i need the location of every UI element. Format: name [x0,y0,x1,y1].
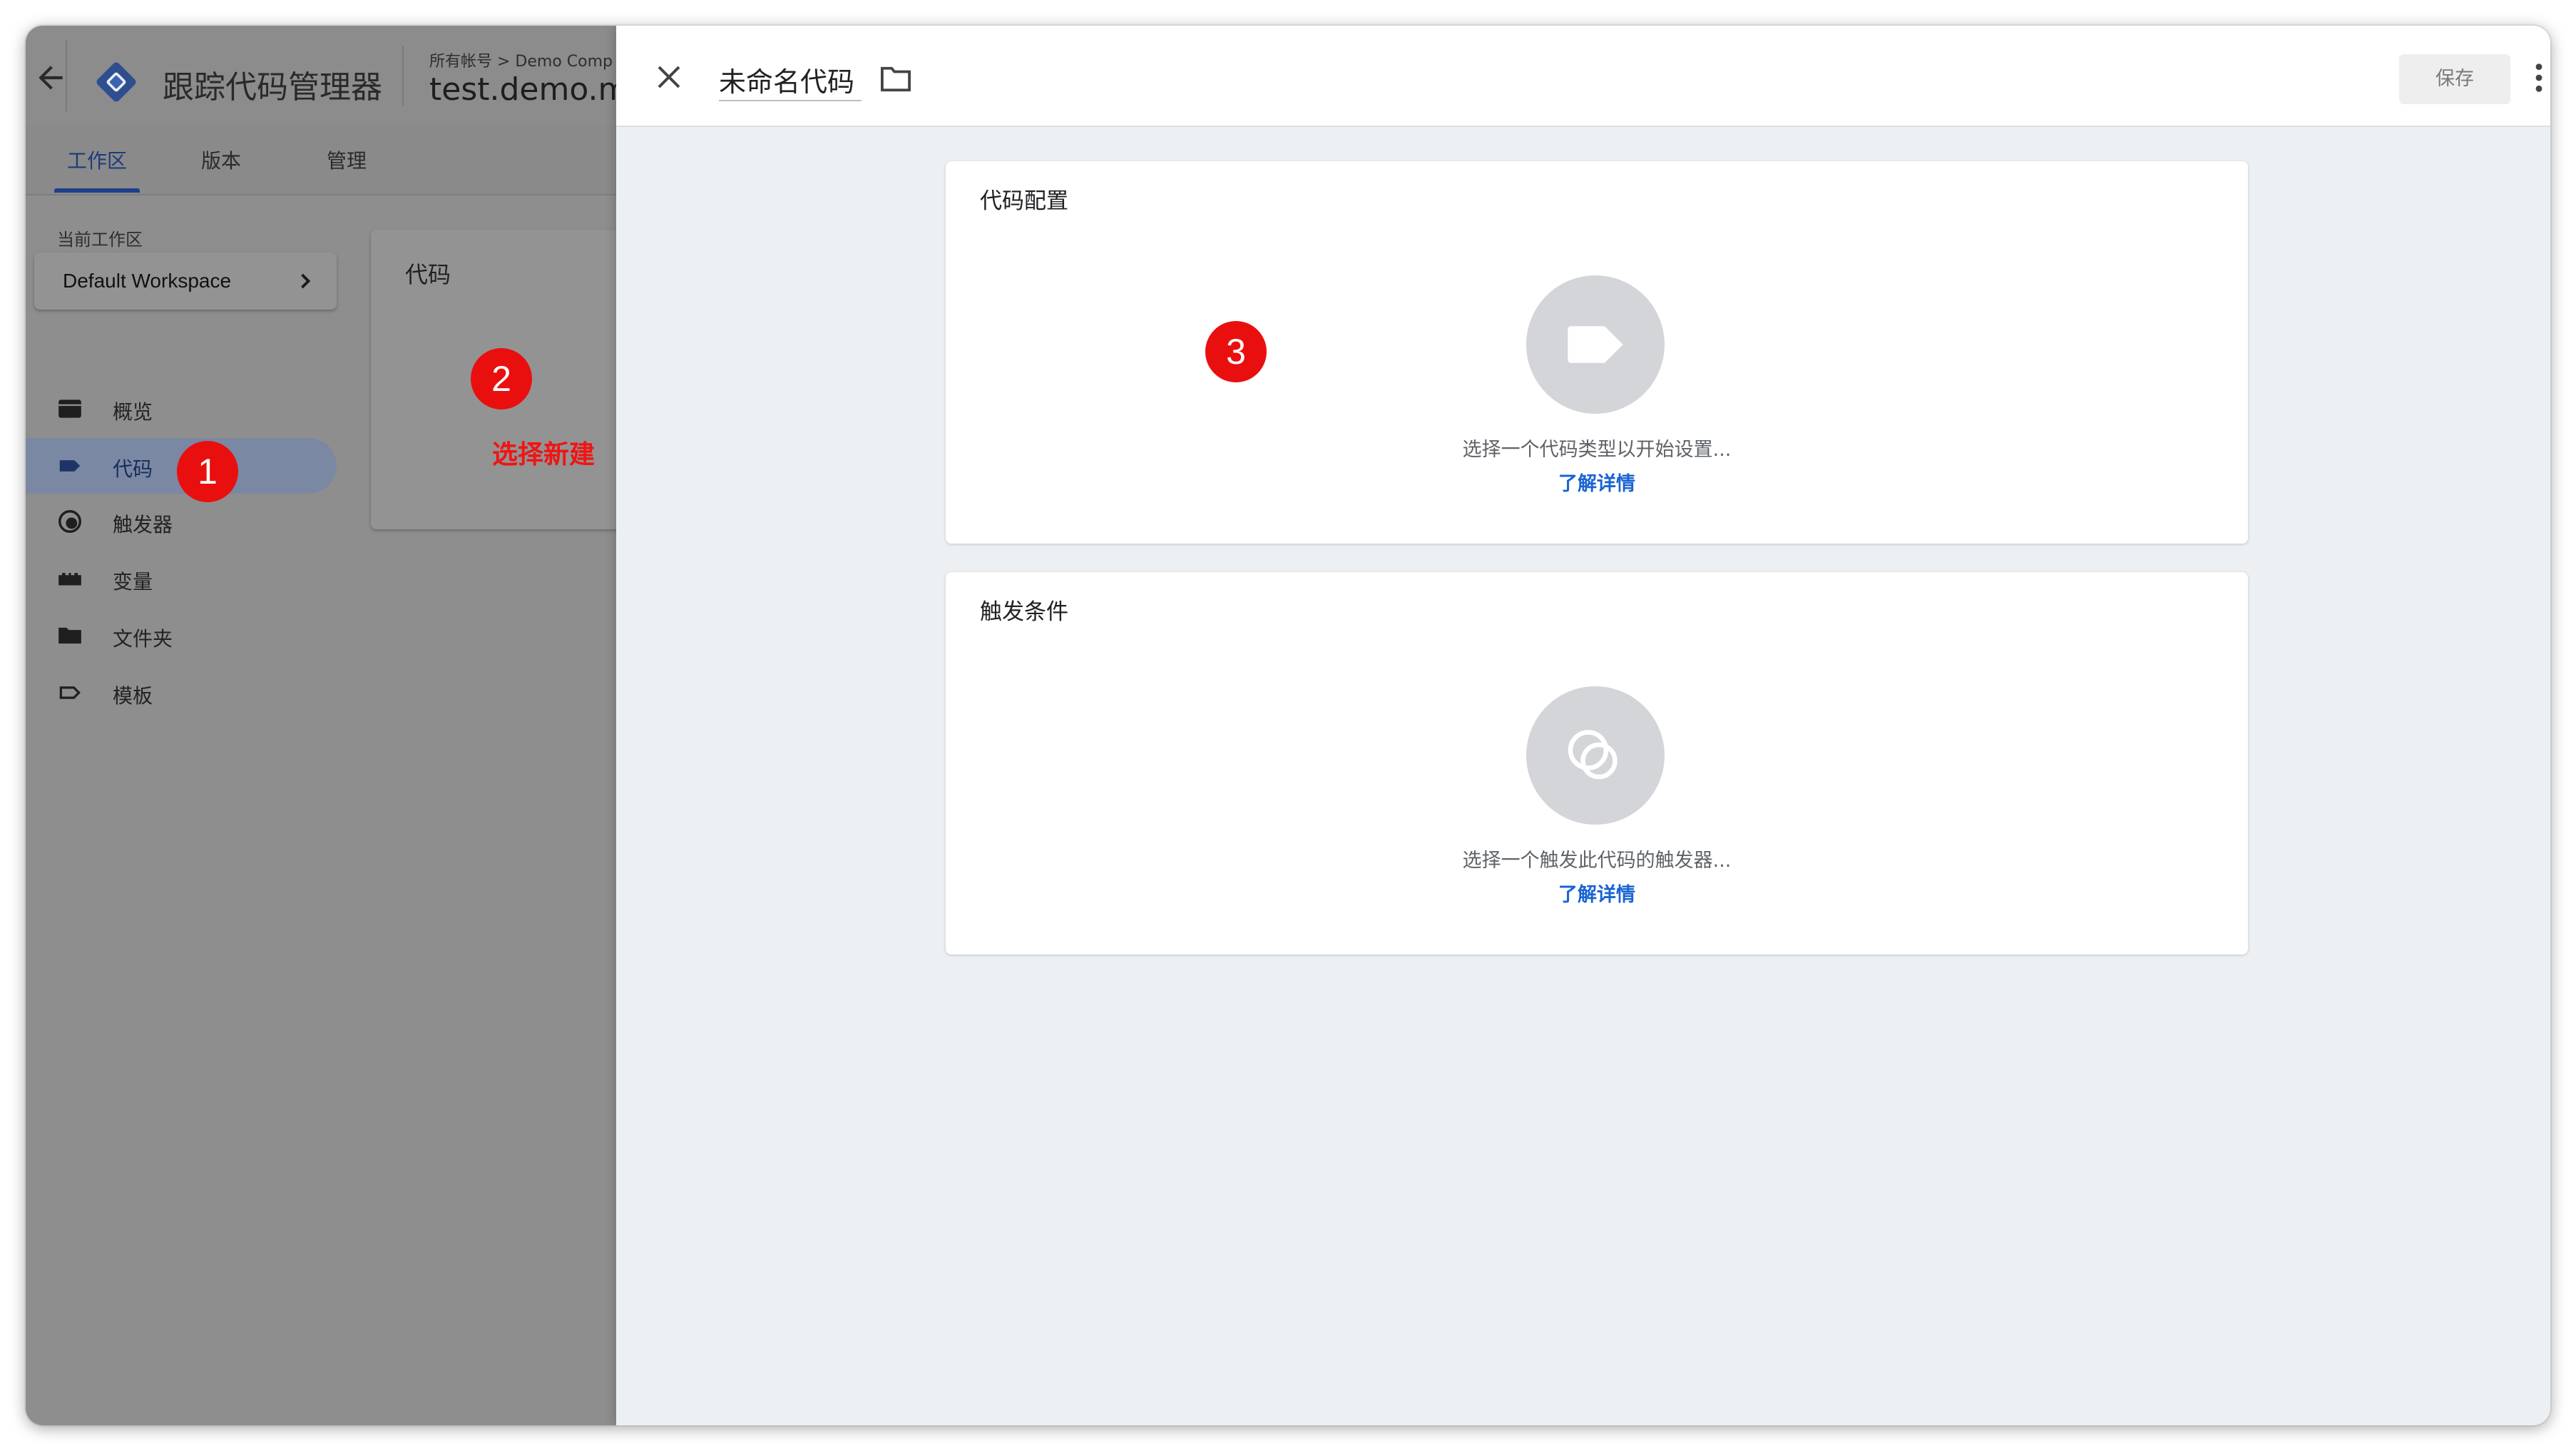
variable-icon [58,573,81,586]
close-icon[interactable] [652,60,686,94]
tag-editor-panel: 未命名代码 保存 代码配置 选择一个代码类型以开始设置... 了解详情 触发条件… [616,26,2550,1425]
annotation-badge-2: 2 [471,348,532,409]
learn-more-link[interactable]: 了解详情 [946,468,2248,496]
sidebar-item-folders[interactable]: 文件夹 [26,608,337,663]
annotation-hint: 选择新建 [492,440,596,469]
chevron-right-icon [301,273,311,289]
tab-workspace[interactable]: 工作区 [67,146,127,174]
sidebar-item-label: 代码 [113,457,153,481]
card-title: 代码配置 [980,188,1068,214]
sidebar-item-label: 文件夹 [113,627,173,651]
annotation-badge-1: 1 [177,441,238,502]
workspace-name: Default Workspace [63,270,232,292]
sidebar-item-label: 概览 [113,400,153,424]
trigger-icon [58,510,81,533]
sidebar-item-triggers[interactable]: 触发器 [26,494,337,549]
header-divider [66,40,67,111]
trigger-circles-icon [1568,730,1617,780]
workspace-selector[interactable]: Default Workspace [34,253,337,310]
tag-icon [59,460,81,472]
sidebar-item-label: 触发器 [113,513,173,536]
tag-name-underline [719,100,862,101]
folder-icon [58,627,81,644]
tag-type-prompt: 选择一个代码类型以开始设置... [1462,439,1732,461]
sidebar-item-label: 变量 [113,570,153,594]
app-window: 跟踪代码管理器 所有帐号 > Demo Comp test.demo.m 工作区… [26,26,2550,1425]
gtm-logo-icon [96,62,136,102]
tag-name-field[interactable]: 未命名代码 [719,60,854,99]
annotation-badge-3: 3 [1205,321,1267,382]
folder-outline-icon[interactable] [879,64,913,94]
more-options-icon[interactable] [2532,61,2546,94]
trigger-select-icon[interactable] [1526,686,1665,825]
current-workspace-label: 当前工作区 [57,230,143,250]
active-tab-indicator [54,188,140,193]
sidebar-item-templates[interactable]: 模板 [26,665,337,721]
tags-card-title: 代码 [405,261,451,288]
account-breadcrumb[interactable]: 所有帐号 > Demo Comp [429,49,613,71]
tag-type-icon[interactable] [1526,275,1665,414]
app-title: 跟踪代码管理器 [163,69,382,106]
learn-more-link[interactable]: 了解详情 [946,879,2248,907]
trigger-prompt: 选择一个触发此代码的触发器... [1462,850,1732,872]
header-divider-2 [402,46,404,106]
tab-admin[interactable]: 管理 [327,146,367,174]
template-icon [59,686,81,699]
sidebar-item-overview[interactable]: 概览 [26,381,337,437]
container-name[interactable]: test.demo.m [429,71,628,108]
tag-shape-icon [1568,326,1623,363]
save-button[interactable]: 保存 [2399,54,2510,104]
sidebar-item-variables[interactable]: 变量 [26,551,337,606]
tab-versions[interactable]: 版本 [201,146,241,174]
editor-header: 未命名代码 保存 [616,26,2550,127]
triggering-card[interactable]: 触发条件 选择一个触发此代码的触发器... 了解详情 [946,572,2248,954]
sidebar-item-label: 模板 [113,684,153,708]
back-arrow-icon[interactable] [33,60,68,96]
tag-configuration-card[interactable]: 代码配置 选择一个代码类型以开始设置... 了解详情 [946,161,2248,544]
card-title: 触发条件 [980,599,1068,625]
overview-icon [58,399,81,418]
